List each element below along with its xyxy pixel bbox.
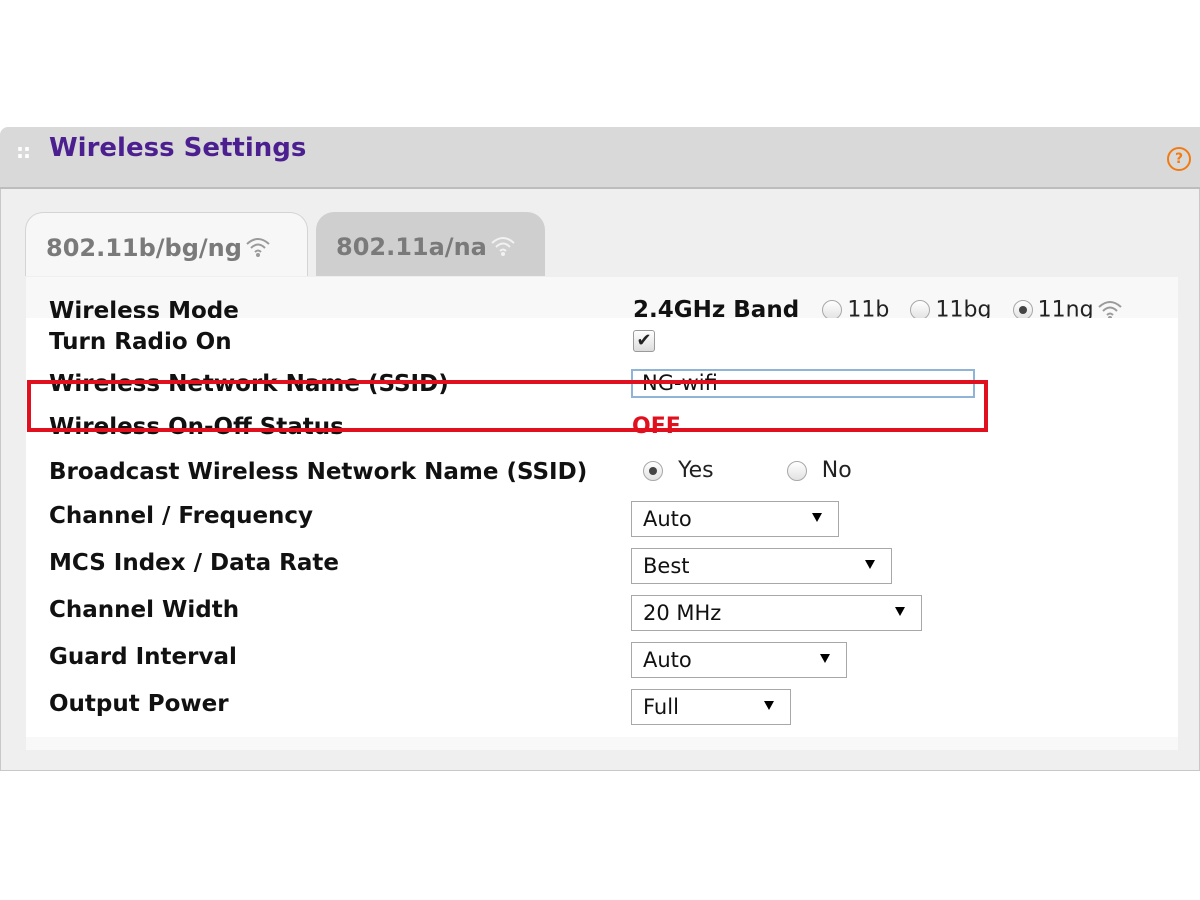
- wireless-settings-panel: :: Wireless Settings ? 802.11b/bg/ng 802…: [0, 127, 1200, 772]
- row-status: Wireless On-Off Status OFF: [26, 405, 1178, 448]
- row-mcs: MCS Index / Data Rate Best: [26, 540, 1178, 587]
- tab-802-11b-bg-ng[interactable]: 802.11b/bg/ng: [25, 212, 308, 276]
- status-value: OFF: [632, 414, 681, 439]
- drag-grip-icon: ::: [16, 139, 31, 163]
- panel-header: :: Wireless Settings ?: [0, 127, 1200, 189]
- radio-11ng[interactable]: [1012, 300, 1033, 320]
- settings-form: Wireless Mode 2.4GHz Band 11b 11bg 11ng: [26, 277, 1178, 750]
- mcs-select-value: Best: [643, 554, 690, 578]
- wifi-icon: [246, 238, 270, 257]
- radio-broadcast-no-label: No: [821, 458, 852, 483]
- mcs-label: MCS Index / Data Rate: [49, 550, 339, 576]
- radio-broadcast-no[interactable]: [786, 460, 807, 481]
- radio-11bg[interactable]: [910, 300, 931, 320]
- row-channel-width: Channel Width 20 MHz: [26, 587, 1178, 634]
- row-output-power: Output Power Full: [26, 681, 1178, 737]
- row-wireless-mode: Wireless Mode 2.4GHz Band 11b 11bg 11ng: [26, 277, 1178, 324]
- output-power-select-value: Full: [643, 695, 679, 719]
- row-turn-radio-on: Turn Radio On ✔: [26, 318, 1178, 362]
- channel-label: Channel / Frequency: [49, 503, 314, 529]
- radio-broadcast-yes-label: Yes: [678, 458, 714, 483]
- tab-label: 802.11a/na: [336, 233, 487, 261]
- chevron-down-icon: [764, 701, 774, 710]
- row-ssid: Wireless Network Name (SSID) NG-wifi: [26, 362, 1178, 405]
- radio-broadcast-yes[interactable]: [643, 460, 663, 481]
- chevron-down-icon: [820, 654, 830, 663]
- tab-802-11a-na[interactable]: 802.11a/na: [316, 212, 545, 276]
- row-channel: Channel / Frequency Auto: [26, 493, 1178, 540]
- status-label: Wireless On-Off Status: [49, 414, 344, 440]
- ssid-label: Wireless Network Name (SSID): [49, 371, 449, 397]
- turn-radio-on-label: Turn Radio On: [49, 329, 232, 355]
- row-guard-interval: Guard Interval Auto: [26, 634, 1178, 681]
- panel-body: 802.11b/bg/ng 802.11a/na Wireless Mode 2…: [0, 189, 1200, 771]
- broadcast-options: Yes No: [643, 458, 852, 483]
- channel-select-value: Auto: [643, 507, 692, 531]
- chevron-down-icon: [812, 513, 822, 522]
- channel-width-select-value: 20 MHz: [643, 601, 722, 625]
- channel-width-select[interactable]: 20 MHz: [631, 595, 922, 631]
- chevron-down-icon: [865, 560, 875, 569]
- broadcast-label: Broadcast Wireless Network Name (SSID): [49, 459, 588, 485]
- mcs-select[interactable]: Best: [631, 548, 892, 584]
- wifi-icon: [491, 237, 515, 256]
- channel-select[interactable]: Auto: [631, 501, 839, 537]
- help-icon[interactable]: ?: [1167, 147, 1191, 171]
- output-power-label: Output Power: [49, 691, 229, 717]
- page-title: Wireless Settings: [49, 133, 307, 163]
- turn-radio-on-checkbox[interactable]: ✔: [633, 330, 655, 352]
- channel-width-label: Channel Width: [49, 597, 240, 623]
- tab-label: 802.11b/bg/ng: [46, 234, 242, 262]
- guard-interval-select[interactable]: Auto: [631, 642, 847, 678]
- radio-11b[interactable]: [822, 300, 843, 320]
- guard-interval-label: Guard Interval: [49, 644, 237, 670]
- chevron-down-icon: [895, 607, 905, 616]
- output-power-select[interactable]: Full: [631, 689, 791, 725]
- row-broadcast-ssid: Broadcast Wireless Network Name (SSID) Y…: [26, 448, 1178, 493]
- guard-interval-select-value: Auto: [643, 648, 692, 672]
- ssid-input[interactable]: NG-wifi: [631, 369, 975, 398]
